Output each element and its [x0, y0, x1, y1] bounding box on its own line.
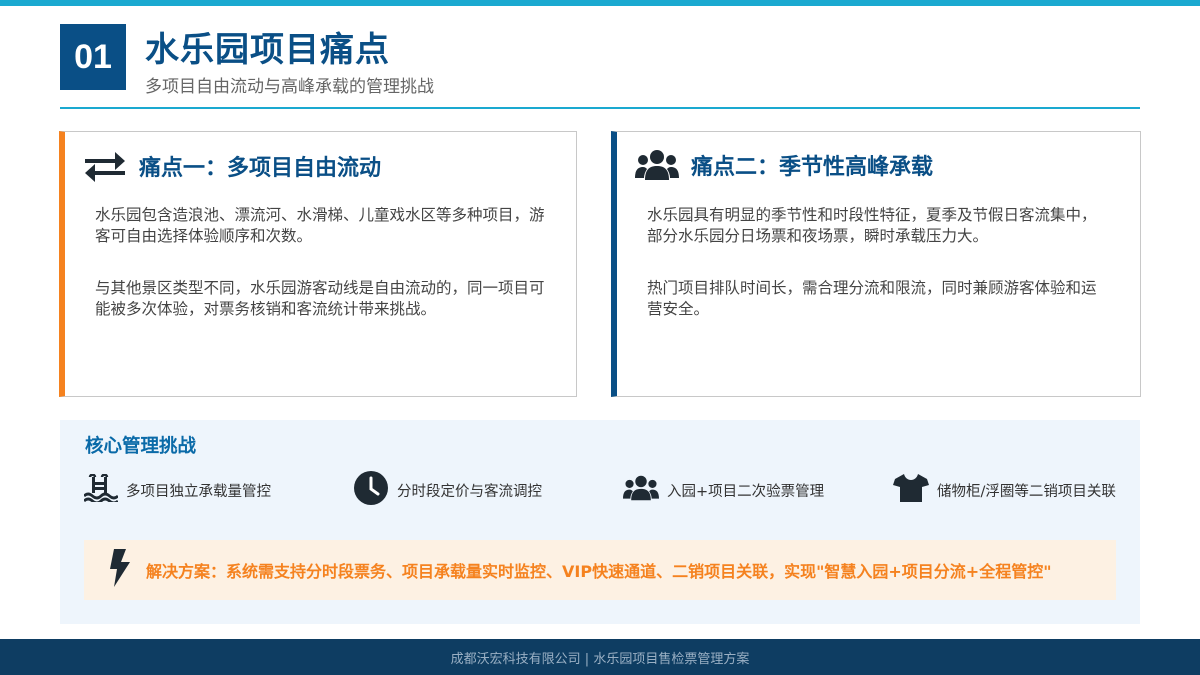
footer: 成都沃宏科技有限公司 | 水乐园项目售检票管理方案 — [0, 639, 1200, 675]
page-subtitle: 多项目自由流动与高峰承载的管理挑战 — [145, 77, 434, 97]
card-2-paragraph-2: 热门项目排队时间长，需合理分流和限流，同时兼顾游客体验和运营安全。 — [647, 279, 1097, 318]
core-challenges-panel: 核心管理挑战 多项目独立承载量管控 分时段定价与客流调控 入园+项目二次验票管理… — [60, 420, 1140, 624]
challenge-item-1-label: 多项目独立承载量管控 — [126, 483, 271, 500]
challenge-item-3: 入园+项目二次验票管理 — [623, 472, 824, 508]
solution-banner: 解决方案：系统需支持分时段票务、项目承载量实时监控、VIP快速通道、二销项目关联… — [84, 540, 1116, 600]
challenge-item-1: 多项目独立承载量管控 — [83, 472, 271, 508]
challenge-item-4-label: 储物柜/浮圈等二销项目关联 — [937, 483, 1116, 500]
clock-icon — [353, 470, 389, 510]
challenge-item-3-label: 入园+项目二次验票管理 — [667, 483, 825, 500]
card-1-paragraph-2: 与其他景区类型不同，水乐园游客动线是自由流动的，同一项目可能被多次体验，对票务核… — [95, 279, 545, 318]
pain-point-card-1: 痛点一：多项目自由流动 水乐园包含造浪池、漂流河、水滑梯、儿童戏水区等多种项目，… — [59, 131, 577, 397]
exchange-arrows-icon — [83, 148, 127, 184]
tshirt-icon — [893, 473, 929, 507]
footer-text: 成都沃宏科技有限公司 | 水乐园项目售检票管理方案 — [450, 651, 750, 667]
users-icon — [635, 148, 679, 182]
pain-point-card-2: 痛点二：季节性高峰承载 水乐园具有明显的季节性和时段性特征，夏季及节假日客流集中… — [611, 131, 1141, 397]
card-2-header: 痛点二：季节性高峰承载 — [635, 148, 933, 182]
card-1-title: 痛点一：多项目自由流动 — [139, 156, 382, 181]
page-title: 水乐园项目痛点 — [145, 30, 390, 70]
top-accent-bar — [0, 0, 1200, 6]
challenge-item-2-label: 分时段定价与客流调控 — [397, 483, 542, 500]
challenge-item-2: 分时段定价与客流调控 — [353, 470, 542, 510]
core-challenges-title: 核心管理挑战 — [85, 436, 197, 457]
lightning-bolt-icon — [108, 549, 132, 591]
card-2-title: 痛点二：季节性高峰承载 — [691, 155, 934, 180]
section-number-badge: 01 — [60, 24, 126, 90]
card-1-header: 痛点一：多项目自由流动 — [83, 148, 381, 184]
challenge-item-4: 储物柜/浮圈等二销项目关联 — [893, 472, 1116, 508]
card-1-paragraph-1: 水乐园包含造浪池、漂流河、水滑梯、儿童戏水区等多种项目，游客可自由选择体验顺序和… — [95, 206, 545, 245]
users-icon — [623, 474, 659, 506]
card-2-paragraph-1: 水乐园具有明显的季节性和时段性特征，夏季及节假日客流集中，部分水乐园分日场票和夜… — [647, 206, 1097, 245]
solution-text: 解决方案：系统需支持分时段票务、项目承载量实时监控、VIP快速通道、二销项目关联… — [146, 562, 1052, 581]
swimming-pool-icon — [83, 473, 119, 506]
header-divider — [60, 107, 1140, 109]
